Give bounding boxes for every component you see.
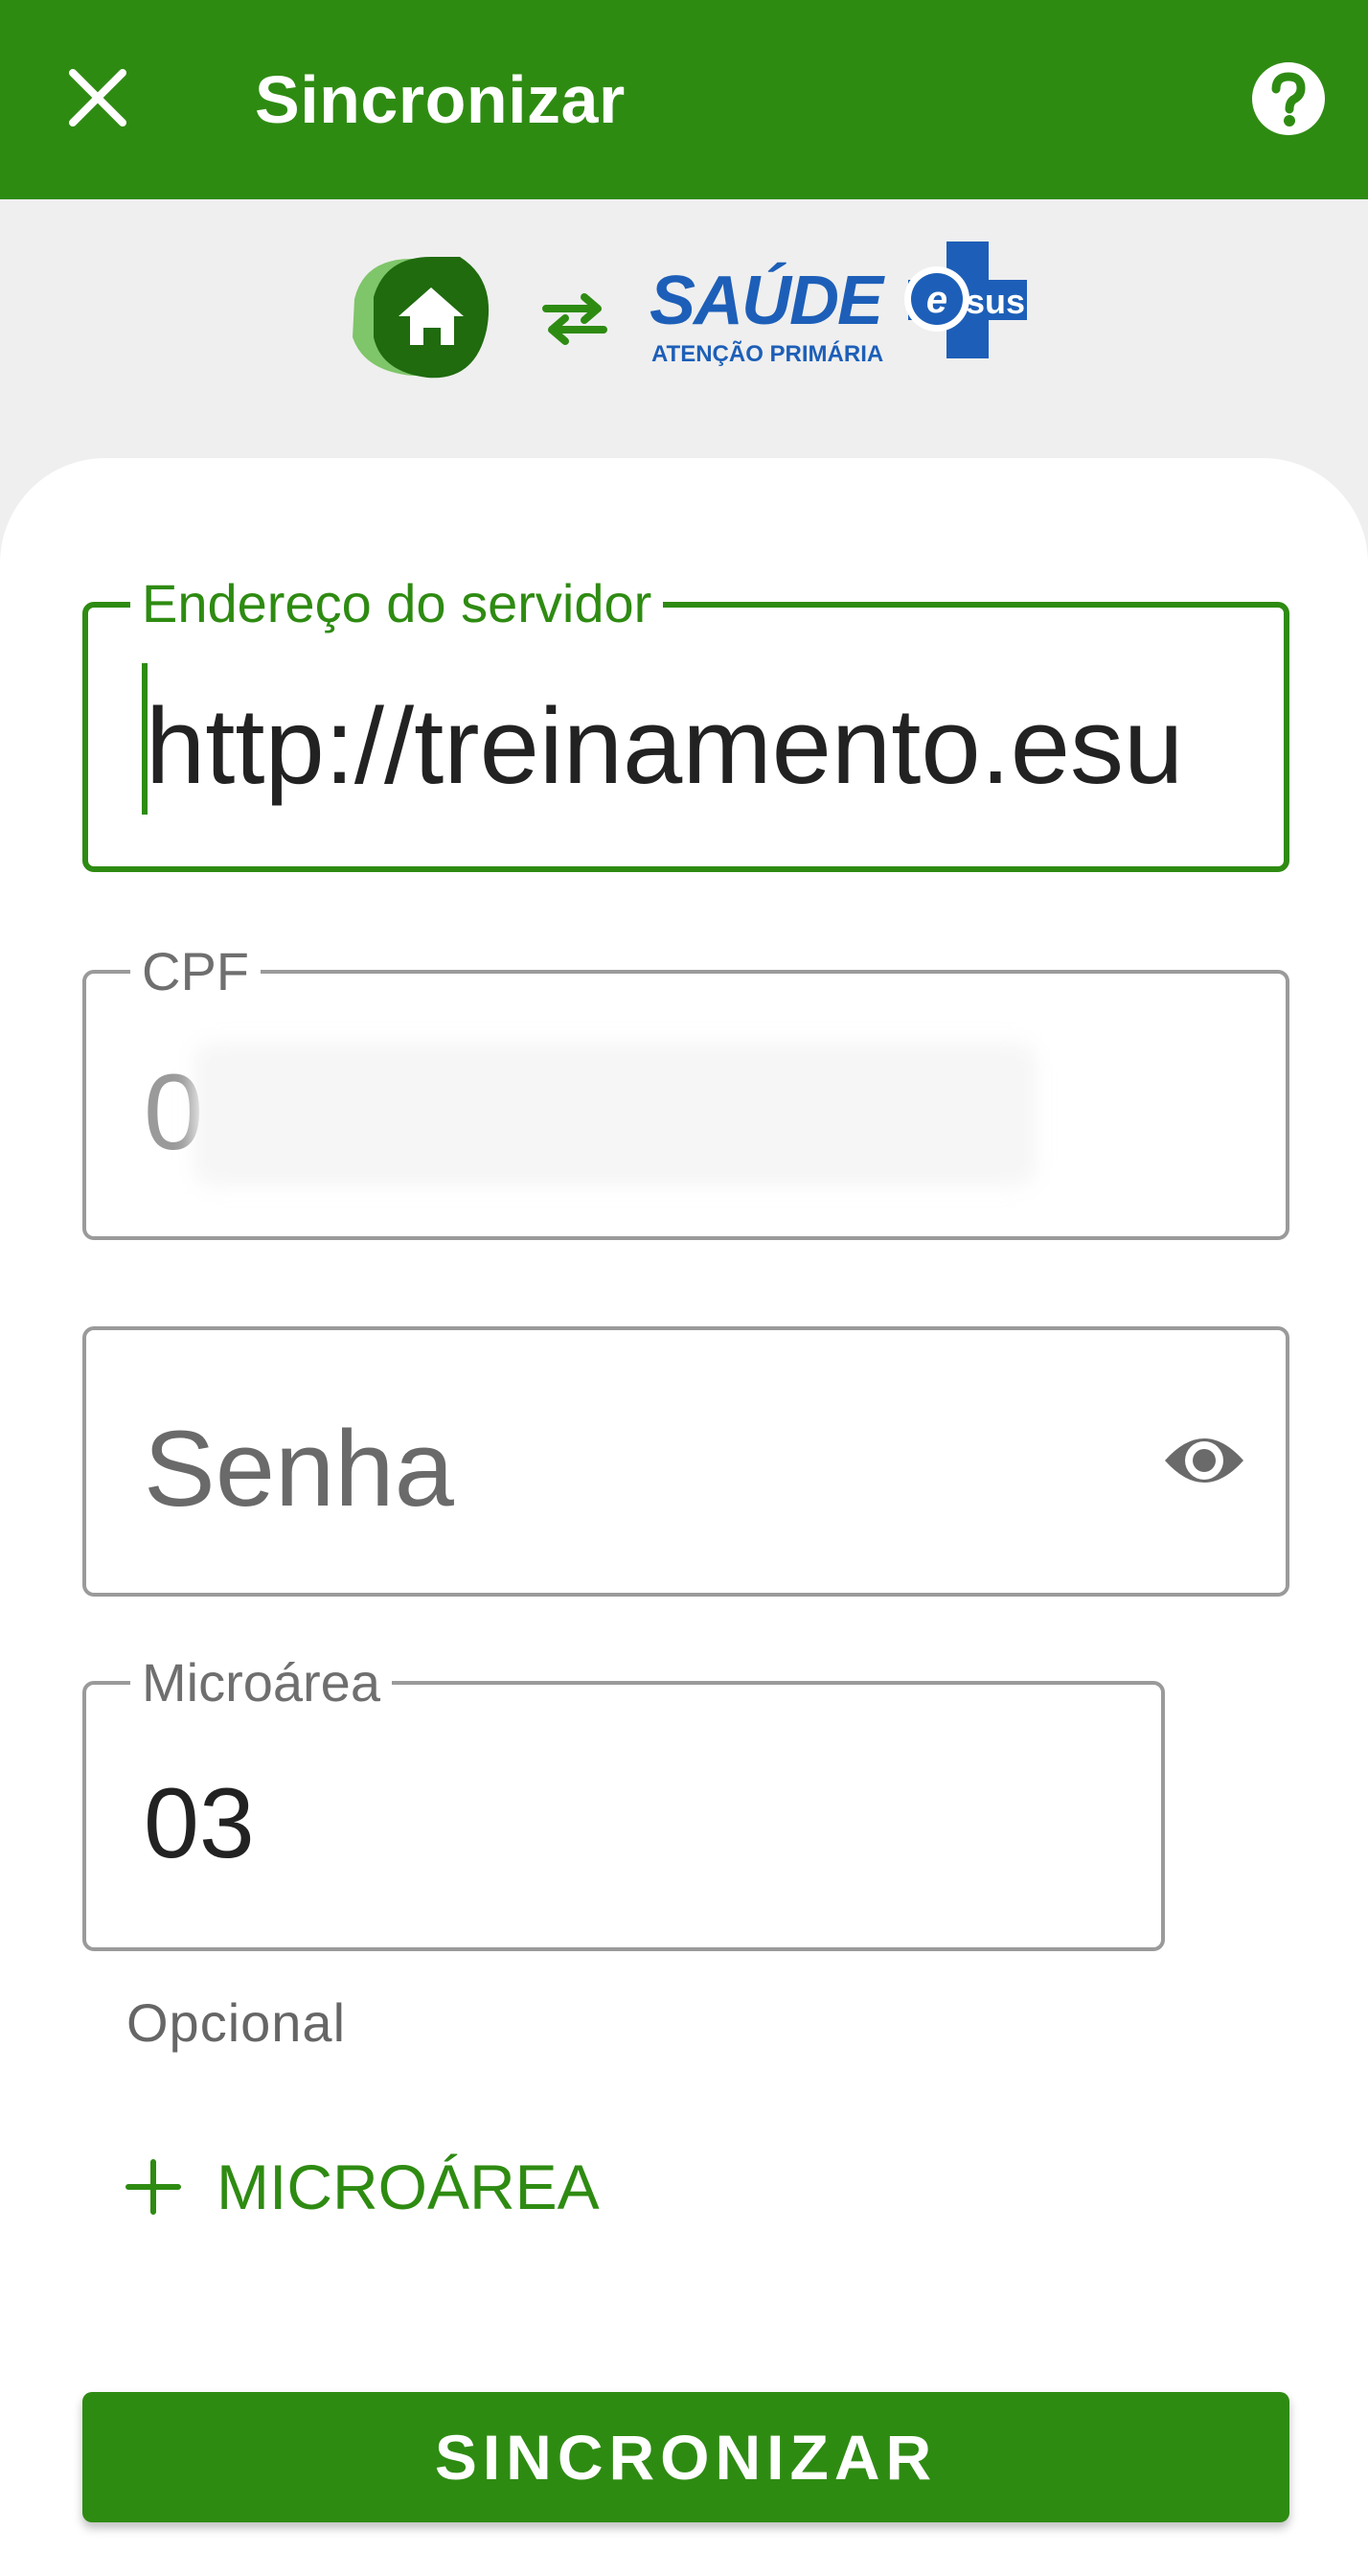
add-microarea-button[interactable]: MICROÁREA (125, 2139, 600, 2235)
home-app-logo (353, 257, 490, 379)
swap-arrows-icon (542, 293, 607, 345)
logo-header: SAÚDE ATENÇÃO PRIMÁRIA e sus (0, 199, 1368, 487)
eye-icon (1165, 1438, 1243, 1483)
help-icon (1252, 62, 1325, 135)
sync-button[interactable]: SINCRONIZAR (82, 2392, 1289, 2522)
redacted-cpf-mask (194, 1043, 1037, 1186)
cpf-label: CPF (130, 941, 261, 1002)
microarea-helper-text: Opcional (126, 1992, 347, 2053)
server-address-label: Endereço do servidor (130, 573, 664, 634)
microarea-field[interactable]: Microárea 03 (82, 1652, 1165, 1951)
server-address-input[interactable]: http://treinamento.esu (146, 684, 1245, 809)
brand-name: SAÚDE (650, 263, 883, 339)
microarea-input[interactable]: 03 (144, 1761, 1123, 1886)
cpf-field[interactable]: CPF 0 (82, 941, 1289, 1240)
plus-icon (125, 2159, 181, 2215)
svg-text:e: e (926, 279, 947, 321)
help-button[interactable] (1249, 59, 1328, 138)
close-button[interactable] (50, 50, 146, 146)
esus-logo: SAÚDE ATENÇÃO PRIMÁRIA e sus (650, 238, 1052, 372)
password-field[interactable]: Senha (82, 1326, 1289, 1597)
close-icon (69, 69, 126, 126)
password-input[interactable]: Senha (144, 1407, 1113, 1531)
toggle-password-visibility-button[interactable] (1161, 1422, 1247, 1499)
add-microarea-label: MICROÁREA (217, 2151, 600, 2222)
server-address-field[interactable]: Endereço do servidor http://treinamento.… (82, 573, 1289, 872)
brand-subtitle: ATENÇÃO PRIMÁRIA (651, 341, 884, 367)
microarea-label: Microárea (130, 1652, 392, 1714)
app-bar: Sincronizar (0, 0, 1368, 199)
page-title: Sincronizar (255, 62, 626, 137)
brand-badge: sus (966, 282, 1026, 321)
